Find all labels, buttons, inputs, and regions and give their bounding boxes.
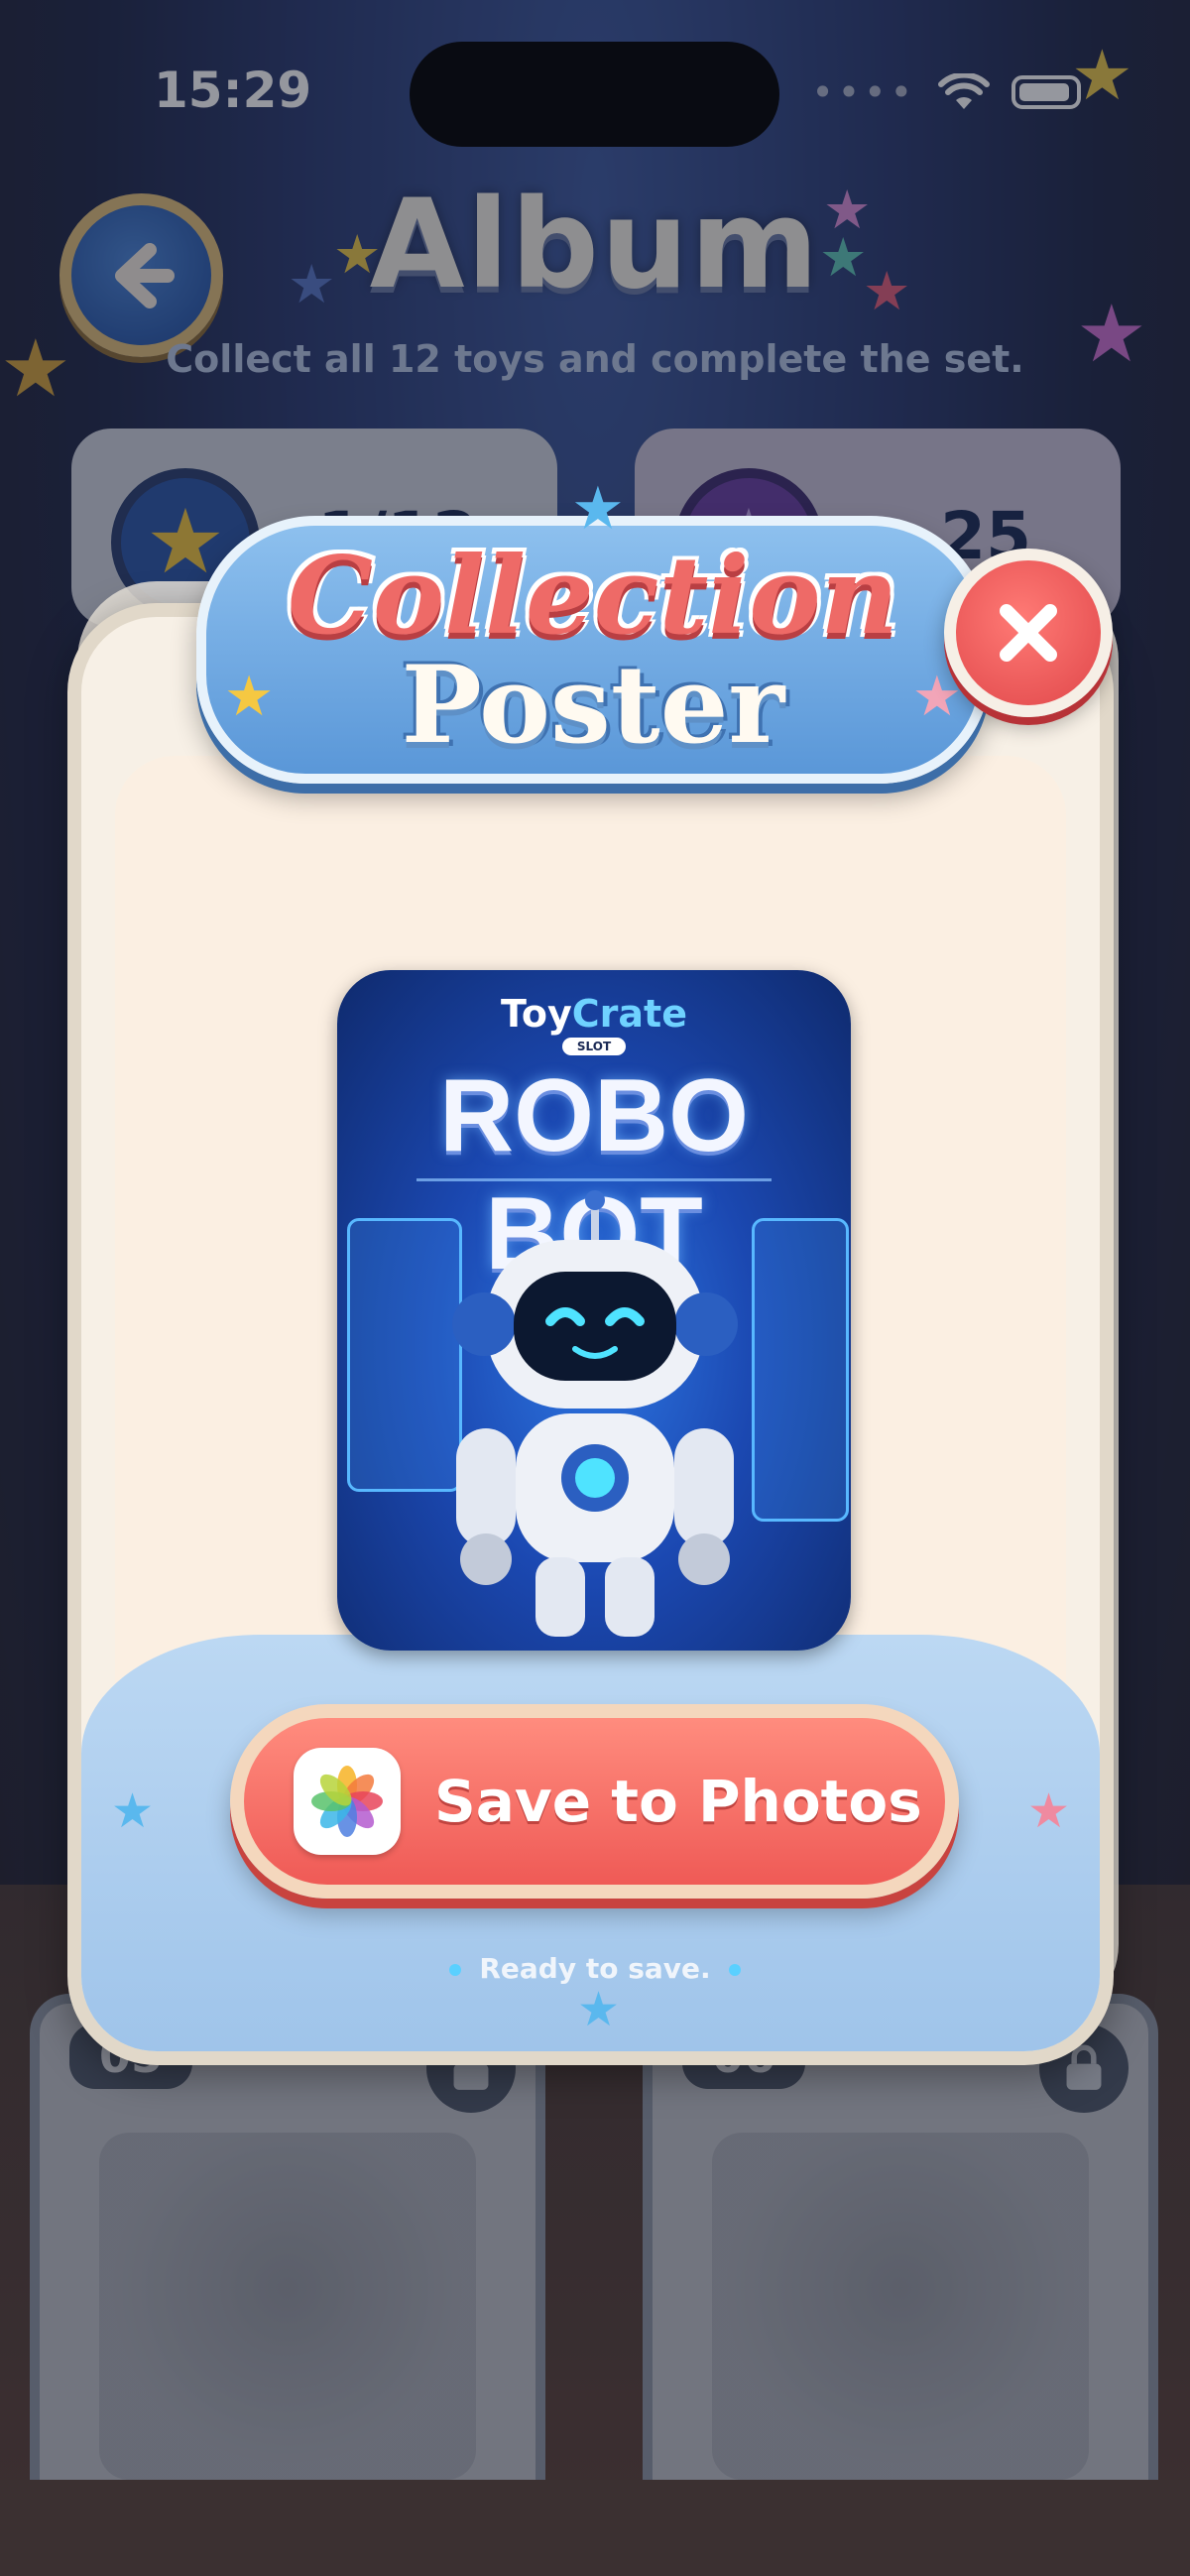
save-to-photos-button[interactable]: Save to Photos (230, 1704, 959, 1899)
close-icon (1000, 604, 1057, 662)
status-dot (728, 1964, 741, 1976)
robot-illustration (452, 1190, 738, 1637)
save-button-label: Save to Photos (434, 1768, 922, 1835)
save-status: Ready to save. (0, 1952, 1190, 1985)
poster-brand: ToyCrate (337, 992, 851, 1036)
poster-brand-part1: Toy (501, 992, 572, 1036)
decor-star-icon: ★ (111, 1783, 155, 1839)
decor-star-icon: ★ (224, 665, 275, 729)
poster-divider (416, 1178, 772, 1181)
decor-star-icon: ★ (577, 1982, 621, 2037)
modal-title-line1: Collection (288, 534, 898, 659)
poster-brand-tag: SLOT (562, 1038, 626, 1055)
poster-brand-part2: Crate (571, 992, 687, 1036)
status-dot (449, 1964, 462, 1976)
poster-image: ToyCrate SLOT ROBO BOT (337, 970, 851, 1651)
photos-icon (294, 1748, 401, 1855)
close-button[interactable] (944, 549, 1113, 717)
decor-star-icon: ★ (1026, 1783, 1070, 1839)
decor-star-icon: ★ (571, 474, 625, 544)
modal-title-banner: Collection Poster ★ ★ ★ (196, 474, 990, 784)
save-status-text: Ready to save. (479, 1952, 711, 1985)
modal-title-line2: Poster (401, 643, 785, 768)
